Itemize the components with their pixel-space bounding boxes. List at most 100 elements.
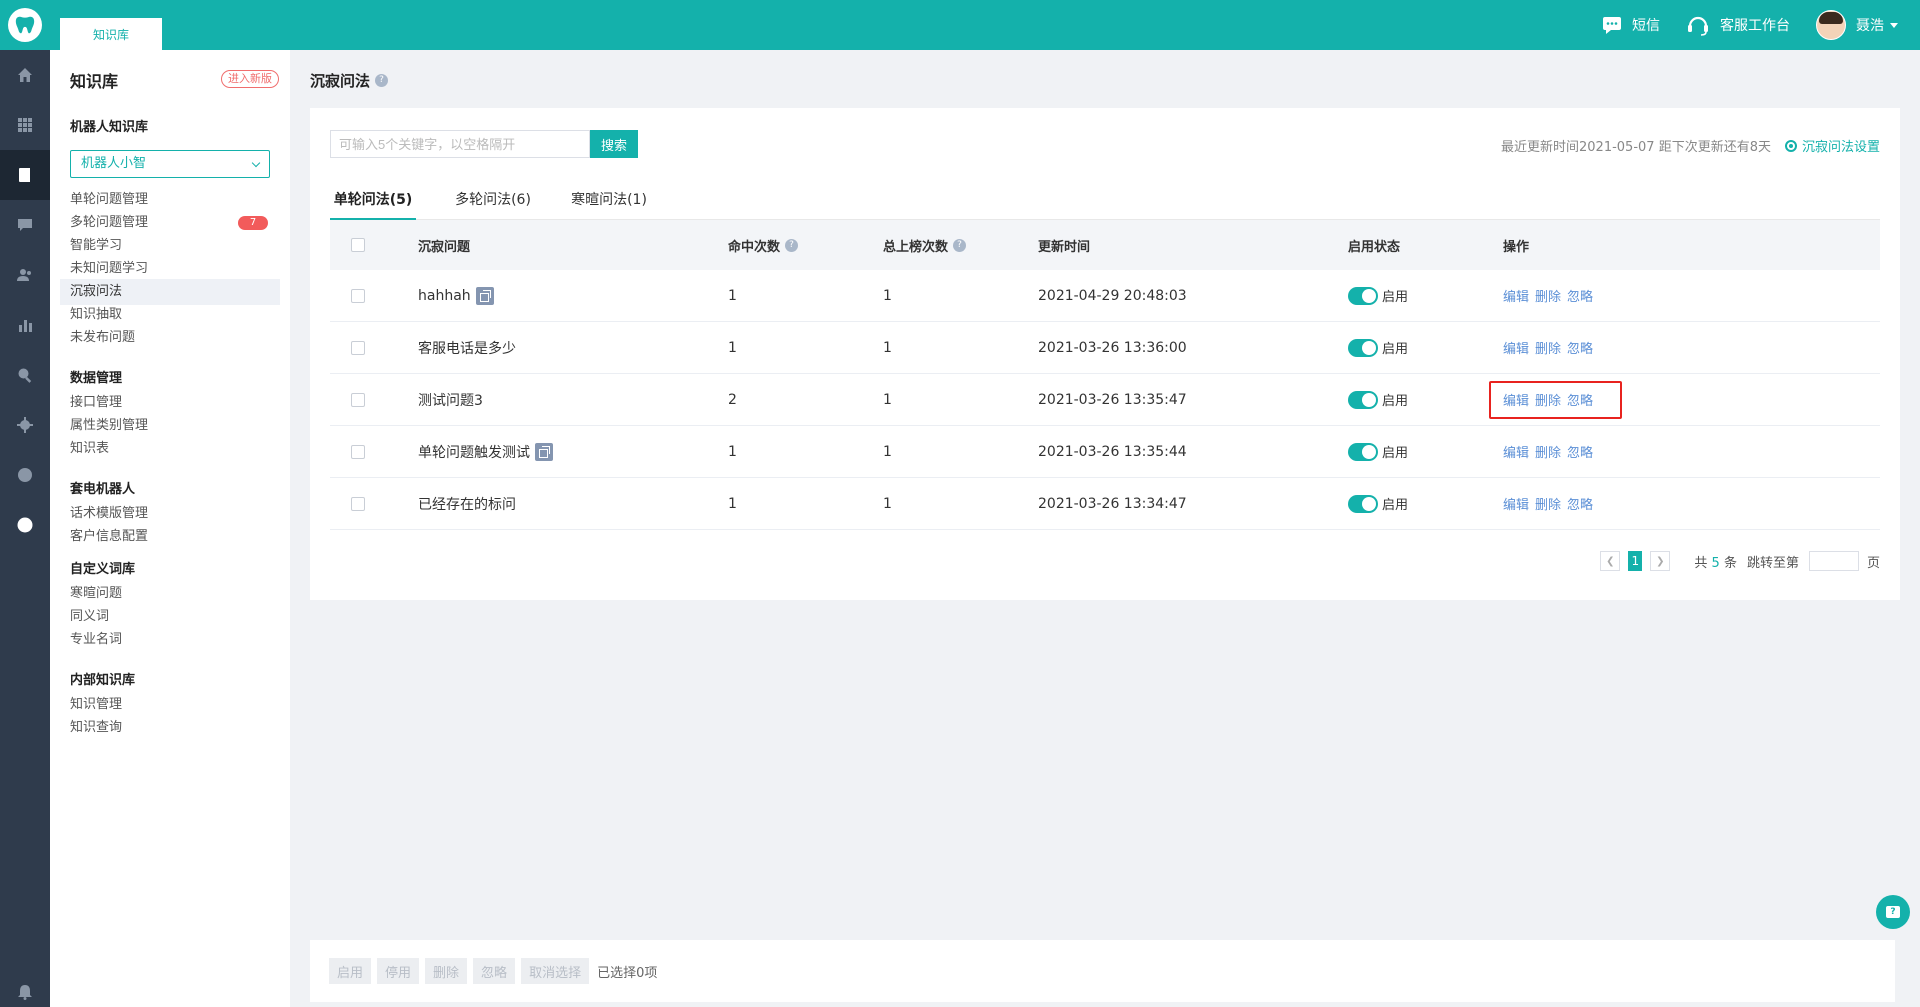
nav-users[interactable]: [0, 250, 50, 300]
row-checkbox[interactable]: [351, 392, 365, 407]
delete-link[interactable]: 删除: [1535, 494, 1561, 513]
edit-link[interactable]: 编辑: [1503, 494, 1529, 513]
sidebar-item-customer-info[interactable]: 客户信息配置: [60, 524, 280, 550]
status-toggle[interactable]: [1348, 442, 1378, 461]
total-number: 5: [1711, 555, 1720, 571]
robot-select[interactable]: 机器人小智: [70, 150, 270, 178]
new-version-link[interactable]: 进入新版: [221, 70, 279, 88]
silent-settings-link[interactable]: 沉寂问法设置: [1784, 136, 1880, 155]
headset-icon: [1688, 16, 1708, 36]
ignore-link[interactable]: 忽略: [1567, 442, 1593, 461]
select-all-checkbox[interactable]: [351, 238, 365, 252]
tab-multi-turn[interactable]: 多轮问法(6): [450, 182, 536, 220]
updated-value: 2021-03-26 13:35:44: [1038, 443, 1187, 460]
enable-button[interactable]: 启用: [329, 958, 372, 984]
status-label: 启用: [1382, 446, 1409, 461]
ignore-link[interactable]: 忽略: [1567, 338, 1593, 357]
delete-link[interactable]: 删除: [1535, 442, 1561, 461]
question-text: 单轮问题触发测试: [418, 444, 530, 461]
nav-apps[interactable]: [0, 100, 50, 150]
question-tabs: 单轮问法(5) 多轮问法(6) 寒暄问法(1): [330, 182, 1880, 220]
sms-label: 短信: [1632, 18, 1660, 34]
copy-icon[interactable]: [475, 286, 494, 305]
sidebar: 知识库 进入新版 机器人知识库 机器人小智 单轮问题管理 多轮问题管理 7 智能…: [50, 50, 290, 1007]
sms-link[interactable]: 短信: [1602, 15, 1660, 35]
status-toggle[interactable]: [1348, 494, 1378, 513]
col-ops: 操作: [1503, 239, 1530, 255]
edit-link[interactable]: 编辑: [1503, 338, 1529, 357]
delete-link[interactable]: 删除: [1535, 286, 1561, 305]
row-checkbox[interactable]: [351, 496, 365, 511]
bulk-delete-button[interactable]: 删除: [425, 958, 468, 984]
tooth-logo-icon[interactable]: [8, 8, 42, 42]
chevron-down-icon: [251, 158, 261, 168]
ignore-link[interactable]: 忽略: [1567, 494, 1593, 513]
group-custom-dict: 自定义词库: [70, 562, 136, 577]
sidebar-item-label: 多轮问题管理: [70, 215, 149, 230]
copy-icon[interactable]: [535, 442, 553, 461]
row-checkbox[interactable]: [351, 444, 365, 459]
ignore-link[interactable]: 忽略: [1567, 286, 1593, 305]
main-card: 搜索 最近更新时间2021-05-07 距下次更新还有8天 沉寂问法设置 单轮问…: [310, 108, 1900, 600]
bulk-action-bar: 启用 停用 删除 忽略 取消选择 已选择0项: [310, 940, 1895, 1002]
delete-link[interactable]: 删除: [1535, 338, 1561, 357]
total-suffix: 条: [1723, 555, 1737, 571]
updated-value: 2021-04-29 20:48:03: [1038, 287, 1187, 304]
rank-value: 1: [883, 443, 892, 460]
nav-search[interactable]: [0, 350, 50, 400]
workbench-link[interactable]: 客服工作台: [1686, 14, 1790, 36]
page-number[interactable]: 1: [1628, 551, 1643, 571]
user-menu[interactable]: 聂浩: [1816, 10, 1898, 40]
home-icon: [18, 68, 32, 82]
prev-page-button[interactable]: ❮: [1600, 551, 1621, 571]
tab-greetings[interactable]: 寒暄问法(1): [566, 182, 652, 220]
row-checkbox[interactable]: [351, 288, 365, 303]
status-toggle[interactable]: [1348, 286, 1378, 305]
nav-account[interactable]: [0, 500, 50, 550]
nav-stats[interactable]: [0, 300, 50, 350]
sidebar-item-knowledge-table[interactable]: 知识表: [60, 436, 280, 462]
edit-link[interactable]: 编辑: [1503, 442, 1529, 461]
page-jump-input[interactable]: [1808, 551, 1859, 571]
tab-knowledge-base[interactable]: 知识库: [60, 18, 162, 50]
nav-chat[interactable]: [0, 200, 50, 250]
help-icon[interactable]: ?: [953, 238, 967, 252]
status-label: 启用: [1382, 290, 1409, 305]
status-label: 启用: [1382, 342, 1409, 357]
bulk-ignore-button[interactable]: 忽略: [473, 958, 516, 984]
questions-table: 沉寂问题 命中次数? 总上榜次数? 更新时间 启用状态 操作 hahhah 1 …: [330, 220, 1880, 530]
search-input[interactable]: [330, 130, 590, 158]
help-icon[interactable]: ?: [785, 238, 799, 252]
question-text: 已经存在的标问: [418, 496, 516, 513]
status-toggle[interactable]: [1348, 338, 1378, 357]
nav-robot[interactable]: [0, 450, 50, 500]
hits-value: 2: [728, 391, 737, 408]
nav-notifications[interactable]: [0, 967, 50, 1007]
question-text: hahhah: [418, 287, 471, 304]
robot-icon: [18, 468, 32, 482]
nav-knowledge[interactable]: [0, 150, 50, 200]
nav-settings[interactable]: [0, 400, 50, 450]
cancel-selection-button[interactable]: 取消选择: [521, 958, 590, 984]
sidebar-item-unpublished[interactable]: 未发布问题: [60, 325, 280, 351]
next-page-button[interactable]: ❯: [1650, 551, 1671, 571]
sidebar-item-knowledge-query[interactable]: 知识查询: [60, 715, 280, 741]
group-robot-kb: 机器人知识库: [70, 120, 149, 135]
floating-help-button[interactable]: ?: [1876, 895, 1910, 929]
message-icon: [1603, 17, 1621, 34]
selected-count: 已选择0项: [597, 965, 658, 981]
status-toggle[interactable]: [1348, 390, 1378, 409]
disable-button[interactable]: 停用: [377, 958, 420, 984]
row-checkbox[interactable]: [351, 340, 365, 355]
account-icon: [17, 517, 33, 533]
pagination: ❮ 1 ❯ 共 5 条 跳转至第 页: [1600, 551, 1880, 571]
nav-home[interactable]: [0, 50, 50, 100]
search-button[interactable]: 搜索: [590, 130, 638, 158]
tab-single-turn[interactable]: 单轮问法(5): [330, 182, 416, 220]
help-icon[interactable]: ?: [375, 74, 389, 87]
count-badge: 7: [238, 216, 268, 230]
gear-icon: [1784, 139, 1797, 152]
table-row: 已经存在的标问 1 1 2021-03-26 13:34:47 启用 编辑 删除…: [330, 478, 1880, 530]
sidebar-item-terms[interactable]: 专业名词: [60, 627, 280, 653]
edit-link[interactable]: 编辑: [1503, 286, 1529, 305]
